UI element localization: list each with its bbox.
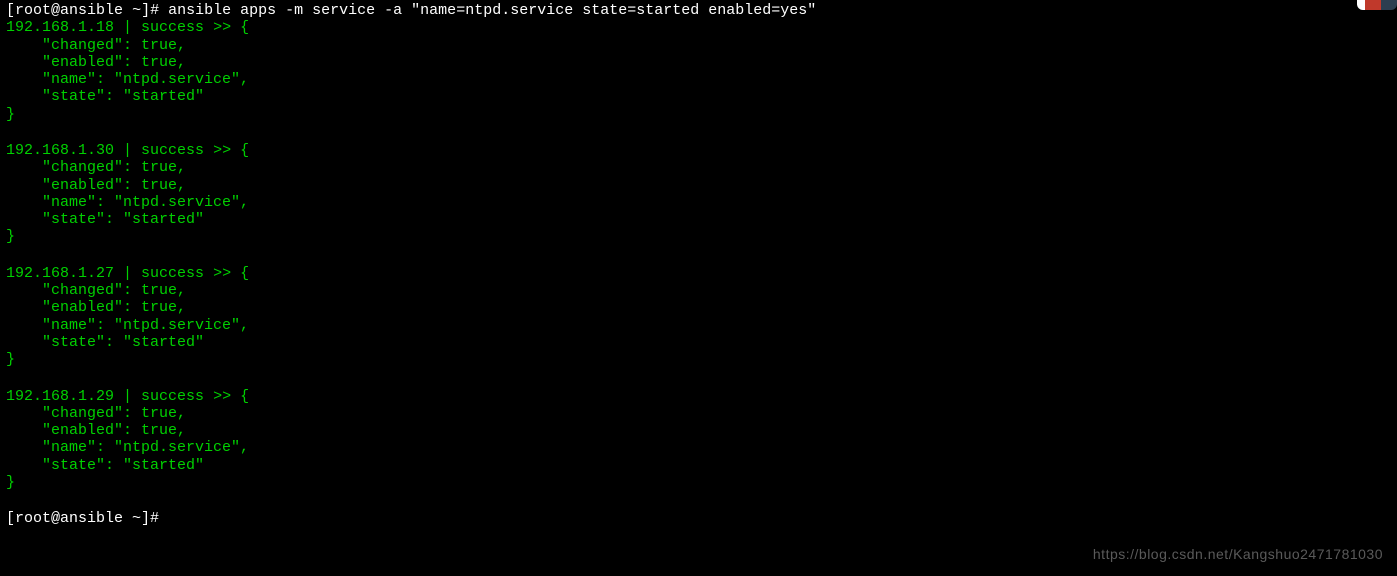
command-text: ansible apps -m service -a "name=ntpd.se… [168, 2, 816, 19]
result-name: "name": "ntpd.service", [6, 71, 1391, 88]
result-state: "state": "started" [6, 457, 1391, 474]
close-brace: } [6, 474, 1391, 491]
host-output-block: 192.168.1.27 | success >> { "changed": t… [6, 265, 1391, 369]
command-prompt-line: [root@ansible ~]# ansible apps -m servic… [6, 2, 1391, 19]
blank-line [6, 493, 1391, 510]
decorative-corner [1357, 0, 1397, 10]
host-header: 192.168.1.18 | success >> { [6, 19, 1391, 36]
final-prompt[interactable]: [root@ansible ~]# [6, 510, 1391, 527]
watermark: https://blog.csdn.net/Kangshuo2471781030 [1093, 546, 1383, 562]
prompt-path: ~ [132, 2, 141, 19]
close-brace: } [6, 351, 1391, 368]
prompt-symbol: # [150, 2, 159, 19]
close-brace: } [6, 228, 1391, 245]
result-name: "name": "ntpd.service", [6, 317, 1391, 334]
result-enabled: "enabled": true, [6, 299, 1391, 316]
result-state: "state": "started" [6, 211, 1391, 228]
result-changed: "changed": true, [6, 37, 1391, 54]
result-changed: "changed": true, [6, 159, 1391, 176]
prompt-user: root [15, 2, 51, 19]
result-name: "name": "ntpd.service", [6, 194, 1391, 211]
prompt-host: ansible [60, 2, 123, 19]
result-changed: "changed": true, [6, 405, 1391, 422]
result-enabled: "enabled": true, [6, 177, 1391, 194]
result-changed: "changed": true, [6, 282, 1391, 299]
blank-line [6, 370, 1391, 387]
result-name: "name": "ntpd.service", [6, 439, 1391, 456]
host-header: 192.168.1.29 | success >> { [6, 388, 1391, 405]
close-brace: } [6, 106, 1391, 123]
blank-line [6, 248, 1391, 265]
result-enabled: "enabled": true, [6, 422, 1391, 439]
host-output-block: 192.168.1.30 | success >> { "changed": t… [6, 142, 1391, 246]
host-output-block: 192.168.1.29 | success >> { "changed": t… [6, 388, 1391, 492]
result-enabled: "enabled": true, [6, 54, 1391, 71]
blank-line [6, 125, 1391, 142]
host-header: 192.168.1.27 | success >> { [6, 265, 1391, 282]
host-header: 192.168.1.30 | success >> { [6, 142, 1391, 159]
result-state: "state": "started" [6, 88, 1391, 105]
result-state: "state": "started" [6, 334, 1391, 351]
host-output-block: 192.168.1.18 | success >> { "changed": t… [6, 19, 1391, 123]
